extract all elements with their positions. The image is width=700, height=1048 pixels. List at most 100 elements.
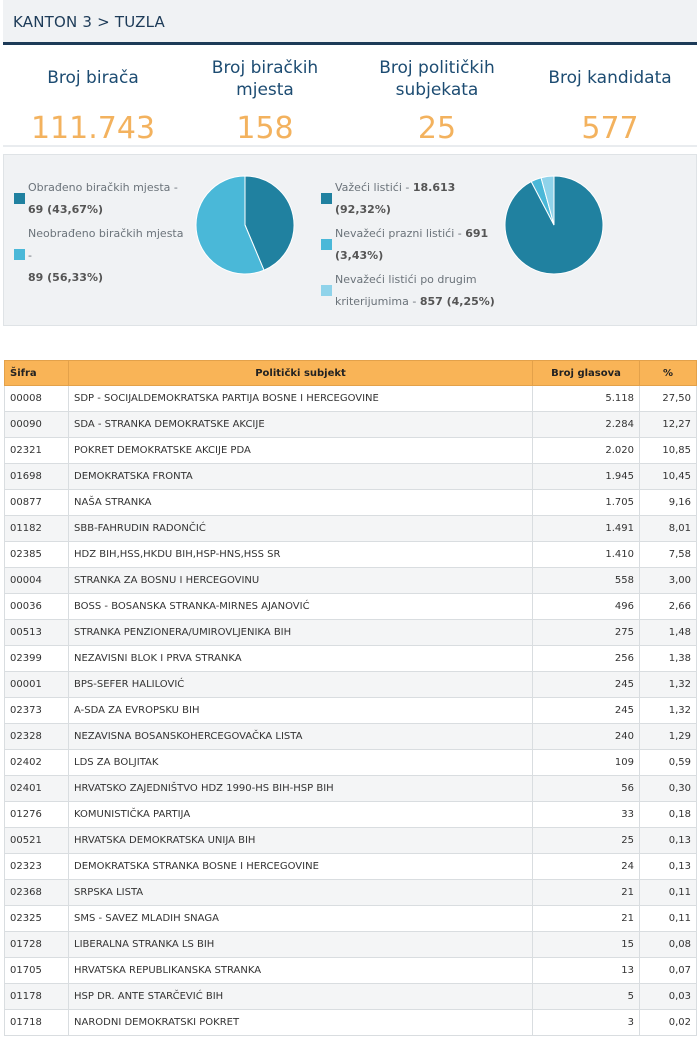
votes-cell: 1.705 [532, 489, 640, 516]
percent-cell: 1,32 [639, 671, 697, 698]
party-name-cell: HRVATSKA DEMOKRATSKA UNIJA BIH [68, 827, 533, 854]
stats-row: Broj birača 111.743 Broj biračkih mjesta … [3, 45, 697, 146]
results-body: 00008 SDP - SOCIJALDEMOKRATSKA PARTIJA BO… [4, 385, 697, 1036]
party-name-cell: SRPSKA LISTA [68, 879, 533, 906]
party-code-cell: 02368 [4, 879, 69, 906]
party-code-cell: 00001 [4, 671, 69, 698]
votes-cell: 245 [532, 697, 640, 724]
party-code-cell: 00004 [4, 567, 69, 594]
table-row: 01698 DEMOKRATSKA FRONTA 1.945 10,45 [4, 463, 697, 490]
percent-cell: 27,50 [639, 385, 697, 412]
party-name-cell: DEMOKRATSKA FRONTA [68, 463, 533, 490]
divider [3, 145, 697, 147]
percent-cell: 0,13 [639, 853, 697, 880]
votes-cell: 245 [532, 671, 640, 698]
percent-cell: 0,07 [639, 957, 697, 984]
legend-swatch-valid [321, 193, 332, 204]
column-header-percent[interactable]: % [639, 360, 697, 386]
percent-cell: 0,59 [639, 749, 697, 776]
table-row: 02402 LDS ZA BOLJITAK 109 0,59 [4, 749, 697, 776]
percent-cell: 10,85 [639, 437, 697, 464]
percent-cell: 8,01 [639, 515, 697, 542]
breadcrumb-bar: KANTON 3 > TUZLA [3, 0, 697, 45]
table-row: 00008 SDP - SOCIJALDEMOKRATSKA PARTIJA BO… [4, 385, 697, 412]
percent-cell: 0,08 [639, 931, 697, 958]
stat-value: 25 [417, 111, 457, 146]
party-code-cell: 01178 [4, 983, 69, 1010]
party-name-cell: NEZAVISNI BLOK I PRVA STRANKA [68, 645, 533, 672]
party-code-cell: 02373 [4, 697, 69, 724]
table-row: 02328 NEZAVISNA BOSANSKOHERCEGOVAČKA LIST… [4, 723, 697, 750]
stat-label: Broj političkih subjekata [379, 58, 495, 100]
party-name-cell: NAŠA STRANKA [68, 489, 533, 516]
table-row: 00004 STRANKA ZA BOSNU I HERCEGOVINU 558 3,… [4, 567, 697, 594]
party-name-cell: SDA - STRANKA DEMOKRATSKE AKCIJE [68, 411, 533, 438]
votes-cell: 496 [532, 593, 640, 620]
percent-cell: 2,66 [639, 593, 697, 620]
percent-cell: 0,02 [639, 1009, 697, 1036]
percent-cell: 0,30 [639, 775, 697, 802]
stat-value: 158 [236, 111, 294, 146]
party-code-cell: 01276 [4, 801, 69, 828]
breadcrumb[interactable]: KANTON 3 > TUZLA [13, 13, 165, 31]
votes-cell: 25 [532, 827, 640, 854]
votes-cell: 33 [532, 801, 640, 828]
party-name-cell: LIBERALNA STRANKA LS BIH [68, 931, 533, 958]
party-code-cell: 02321 [4, 437, 69, 464]
legend-swatch-unprocessed [14, 249, 25, 260]
party-name-cell: BPS-SEFER HALILOVIĆ [68, 671, 533, 698]
party-name-cell: SBB-FAHRUDIN RADONČIĆ [68, 515, 533, 542]
stat-label: Broj biračkih mjesta [211, 58, 319, 100]
table-row: 02385 HDZ BIH,HSS,HKDU BIH,HSP-HNS,HSS SR… [4, 541, 697, 568]
party-name-cell: LDS ZA BOLJITAK [68, 749, 533, 776]
party-name-cell: STRANKA PENZIONERA/UMIROVLJENIKA BIH [68, 619, 533, 646]
percent-cell: 1,32 [639, 697, 697, 724]
table-row: 00513 STRANKA PENZIONERA/UMIROVLJENIKA BI… [4, 619, 697, 646]
column-header-party[interactable]: Politički subjekt [68, 360, 533, 386]
percent-cell: 0,18 [639, 801, 697, 828]
percent-cell: 1,29 [639, 723, 697, 750]
stations-legend: Obrađeno biračkih mjesta -69 (43,67%) Ne… [14, 177, 184, 284]
column-header-votes[interactable]: Broj glasova [532, 360, 640, 386]
table-row: 01728 LIBERALNA STRANKA LS BIH 15 0,08 [4, 931, 697, 958]
party-name-cell: STRANKA ZA BOSNU I HERCEGOVINU [68, 567, 533, 594]
party-name-cell: HRVATSKA REPUBLIKANSKA STRANKA [68, 957, 533, 984]
legend-item-valid: Važeći listići - 18.613 (92,32%) [335, 181, 456, 216]
party-code-cell: 02325 [4, 905, 69, 932]
table-row: 01178 HSP DR. ANTE STARČEVIĆ BIH 5 0,03 [4, 983, 697, 1010]
party-code-cell: 00521 [4, 827, 69, 854]
party-code-cell: 01718 [4, 1009, 69, 1036]
votes-cell: 21 [532, 905, 640, 932]
votes-cell: 1.410 [532, 541, 640, 568]
table-row: 02399 NEZAVISNI BLOK I PRVA STRANKA 256 1,3… [4, 645, 697, 672]
percent-cell: 10,45 [639, 463, 697, 490]
table-row: 00877 NAŠA STRANKA 1.705 9,16 [4, 489, 697, 516]
legend-swatch-processed [14, 193, 25, 204]
votes-cell: 558 [532, 567, 640, 594]
table-row: 01276 KOMUNISTIČKA PARTIJA 33 0,18 [4, 801, 697, 828]
votes-cell: 21 [532, 879, 640, 906]
legend-item-processed: Obrađeno biračkih mjesta -69 (43,67%) [28, 181, 178, 216]
party-code-cell: 00008 [4, 385, 69, 412]
legend-swatch-blank-invalid [321, 239, 332, 250]
party-code-cell: 02385 [4, 541, 69, 568]
party-name-cell: BOSS - BOSANSKA STRANKA-MIRNES AJANOVIĆ [68, 593, 533, 620]
votes-cell: 24 [532, 853, 640, 880]
column-header-code[interactable]: Šifra [4, 360, 69, 386]
stations-pie-chart [195, 175, 295, 275]
legend-swatch-other-invalid [321, 285, 332, 296]
votes-cell: 1.491 [532, 515, 640, 542]
results-table: Šifra Politički subjekt Broj glasova % 0… [4, 360, 697, 1036]
votes-cell: 275 [532, 619, 640, 646]
percent-cell: 1,38 [639, 645, 697, 672]
table-row: 02323 DEMOKRATSKA STRANKA BOSNE I HERCEGO… [4, 853, 697, 880]
party-name-cell: NARODNI DEMOKRATSKI POKRET [68, 1009, 533, 1036]
votes-cell: 1.945 [532, 463, 640, 490]
legend-item-other-invalid: Nevažeći listići po drugim kriterijumima … [335, 273, 495, 308]
table-row: 01718 NARODNI DEMOKRATSKI POKRET 3 0,02 [4, 1009, 697, 1036]
party-code-cell: 02402 [4, 749, 69, 776]
table-row: 02368 SRPSKA LISTA 21 0,11 [4, 879, 697, 906]
ballots-legend: Važeći listići - 18.613 (92,32%) Nevažeći… [321, 177, 501, 317]
party-name-cell: HSP DR. ANTE STARČEVIĆ BIH [68, 983, 533, 1010]
party-name-cell: KOMUNISTIČKA PARTIJA [68, 801, 533, 828]
